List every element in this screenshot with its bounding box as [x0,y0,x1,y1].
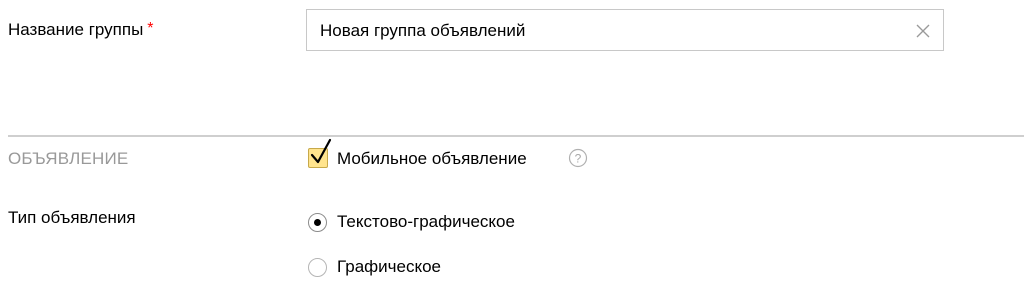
clear-icon[interactable] [915,23,931,39]
question-circle-icon[interactable]: ? [568,148,588,168]
group-name-label-text: Название группы [8,20,144,39]
section-title: ОБЪЯВЛЕНИЕ [8,149,129,168]
checkmark-icon [310,138,336,168]
ad-type-label: Тип объявления [8,208,136,227]
mobile-ad-label[interactable]: Мобильное объявление [337,149,527,169]
svg-text:?: ? [575,151,582,165]
ad-type-option-label[interactable]: Графическое [337,257,441,277]
group-name-input-value[interactable]: Новая группа объявлений [320,21,525,41]
ad-type-option-label[interactable]: Текстово-графическое [337,212,515,232]
group-name-input[interactable]: Новая группа объявлений [306,9,944,51]
section-divider [8,135,1024,137]
radio-button-unchecked[interactable] [308,258,327,277]
group-name-label: Название группы * [8,19,154,40]
required-asterisk: * [147,20,154,37]
radio-button-checked[interactable] [308,213,327,232]
